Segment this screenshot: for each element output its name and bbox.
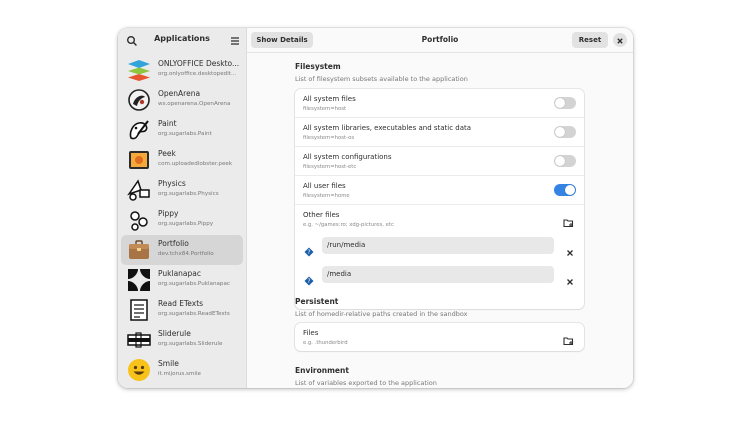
filesystem-row-host-etc: All system configurations filesystem=hos… — [295, 147, 584, 176]
app-item-openarena[interactable]: OpenArena ws.openarena.OpenArena — [121, 85, 243, 115]
app-window: Applications ONLYOFFICE Deskto... org.on… — [118, 28, 633, 388]
unknown-folder-icon: ? — [304, 271, 314, 286]
environment-title: Environment — [295, 366, 349, 375]
main-pane: Show Details Portfolio Reset Filesystem … — [247, 28, 633, 388]
sidebar: Applications ONLYOFFICE Deskto... org.on… — [118, 28, 247, 388]
show-details-button[interactable]: Show Details — [251, 32, 313, 48]
path-row: ? /media — [295, 264, 584, 289]
remove-path-icon[interactable] — [566, 242, 574, 256]
app-item-peek[interactable]: Peek com.uploadedlobster.peek — [121, 145, 243, 175]
app-item-puklanapac[interactable]: Puklanapac org.sugarlabs.Puklanapac — [121, 265, 243, 295]
filesystem-description: List of filesystem subsets available to … — [295, 75, 468, 83]
toggle-host[interactable] — [554, 97, 576, 109]
portfolio-icon — [127, 238, 151, 262]
svg-text:?: ? — [307, 249, 310, 256]
app-item-read-etexts[interactable]: Read ETexts org.sugarlabs.ReadETexts — [121, 295, 243, 325]
pippy-icon — [127, 208, 151, 232]
sidebar-header: Applications — [118, 28, 246, 52]
menu-icon[interactable] — [228, 33, 242, 47]
filesystem-row-home: All user files filesystem=home — [295, 176, 584, 205]
openarena-icon — [127, 88, 151, 112]
main-header: Show Details Portfolio Reset — [247, 28, 633, 53]
environment-description: List of variables exported to the applic… — [295, 379, 437, 387]
app-item-onlyoffice[interactable]: ONLYOFFICE Deskto... org.onlyoffice.desk… — [121, 55, 243, 85]
toggle-host-os[interactable] — [554, 126, 576, 138]
path-input-run-media[interactable]: /run/media — [322, 237, 554, 254]
toggle-home[interactable] — [554, 184, 576, 196]
page-title: Portfolio — [421, 35, 459, 44]
svg-text:?: ? — [307, 278, 310, 285]
filesystem-row-other: Other files e.g. ~/games:ro; xdg-picture… — [295, 205, 584, 309]
persistent-row-files: Files e.g. .thunderbird — [295, 323, 584, 351]
smile-icon — [127, 358, 151, 382]
app-item-sliderule[interactable]: Sliderule org.sugarlabs.Sliderule — [121, 325, 243, 355]
remove-path-icon[interactable] — [566, 271, 574, 285]
add-folder-icon[interactable] — [563, 213, 574, 228]
paint-icon — [127, 118, 151, 142]
settings-content[interactable]: Filesystem List of filesystem subsets av… — [247, 53, 633, 388]
peek-icon — [127, 148, 151, 172]
filesystem-row-host: All system files filesystem=host — [295, 89, 584, 118]
search-icon[interactable] — [125, 33, 139, 47]
app-item-pippy[interactable]: Pippy org.sugarlabs.Pippy — [121, 205, 243, 235]
close-button[interactable] — [613, 33, 627, 47]
persistent-card: Files e.g. .thunderbird — [295, 323, 584, 351]
toggle-host-etc[interactable] — [554, 155, 576, 167]
filesystem-title: Filesystem — [295, 62, 341, 71]
persistent-description: List of homedir-relative paths created i… — [295, 310, 468, 318]
close-icon — [617, 38, 623, 44]
read-etexts-icon — [127, 298, 151, 322]
app-item-paint[interactable]: Paint org.sugarlabs.Paint — [121, 115, 243, 145]
app-item-smile[interactable]: Smile it.mijorus.smile — [121, 355, 243, 385]
onlyoffice-icon — [127, 58, 151, 82]
sliderule-icon — [127, 328, 151, 352]
app-item-physics[interactable]: Physics org.sugarlabs.Physics — [121, 175, 243, 205]
filesystem-card: All system files filesystem=host All sys… — [295, 89, 584, 309]
app-list: ONLYOFFICE Deskto... org.onlyoffice.desk… — [118, 55, 246, 385]
app-item-portfolio[interactable]: Portfolio dev.tchx84.Portfolio — [121, 235, 243, 265]
filesystem-row-host-os: All system libraries, executables and st… — [295, 118, 584, 147]
path-row: ? /run/media — [295, 235, 584, 260]
persistent-title: Persistent — [295, 297, 339, 306]
reset-button[interactable]: Reset — [572, 32, 608, 48]
puklanapac-icon — [127, 268, 151, 292]
physics-icon — [127, 178, 151, 202]
sidebar-title: Applications — [154, 34, 210, 43]
path-input-media[interactable]: /media — [322, 266, 554, 283]
add-folder-icon[interactable] — [563, 331, 574, 346]
unknown-folder-icon: ? — [304, 242, 314, 257]
